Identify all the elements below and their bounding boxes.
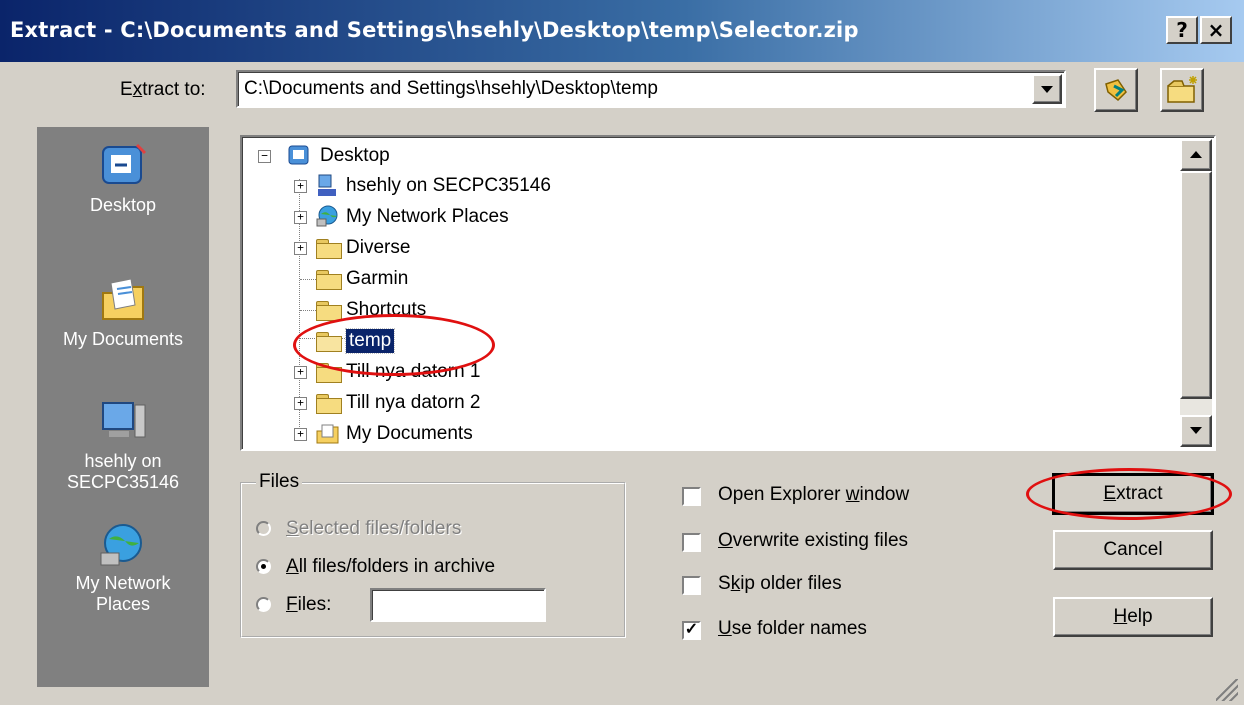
expand-icon[interactable]: + xyxy=(294,242,307,255)
overwrite-checkbox[interactable] xyxy=(682,533,701,552)
use-folder-names-label[interactable]: Use folder names xyxy=(718,618,867,640)
computer-icon xyxy=(95,397,151,447)
folder-icon xyxy=(316,270,342,290)
desktop-icon xyxy=(95,141,151,191)
radio-button[interactable] xyxy=(256,597,271,612)
radio-button xyxy=(256,521,271,536)
collapse-icon[interactable]: − xyxy=(258,150,271,163)
close-button[interactable]: × xyxy=(1200,16,1232,44)
open-explorer-checkbox[interactable] xyxy=(682,487,701,506)
expand-icon[interactable]: + xyxy=(294,366,307,379)
chevron-down-icon xyxy=(1190,427,1202,434)
network-icon xyxy=(316,205,340,227)
files-groupbox: Files Selected files/folders All files/f… xyxy=(240,471,626,638)
scroll-thumb[interactable] xyxy=(1180,171,1212,399)
expand-icon[interactable]: + xyxy=(294,180,307,193)
files-input[interactable] xyxy=(370,588,546,622)
folder-arrow-icon xyxy=(1105,79,1127,102)
chevron-up-icon xyxy=(1190,151,1202,158)
desktop-icon xyxy=(288,144,310,166)
folder-icon xyxy=(316,363,342,383)
skip-older-label[interactable]: Skip older files xyxy=(718,573,842,595)
folder-tree[interactable]: − Desktop + hsehly on SECPC35146 + My Ne… xyxy=(240,135,1216,451)
extract-path-combobox[interactable]: C:\Documents and Settings\hsehly\Desktop… xyxy=(236,70,1066,108)
skip-older-checkbox[interactable] xyxy=(682,576,701,595)
combo-dropdown-button[interactable] xyxy=(1032,74,1062,104)
create-folder-button[interactable] xyxy=(1160,68,1204,112)
window-title: Extract - C:\Documents and Settings\hseh… xyxy=(10,18,859,42)
use-folder-names-checkbox[interactable]: ✓ xyxy=(682,621,701,640)
my-documents-icon xyxy=(95,275,151,325)
place-my-network[interactable]: My Network Places xyxy=(37,519,209,615)
places-bar: Desktop My Documents hsehly on SECPC3514… xyxy=(37,127,209,687)
my-documents-icon xyxy=(316,423,340,445)
place-my-documents[interactable]: My Documents xyxy=(37,275,209,350)
open-explorer-label[interactable]: Open Explorer window xyxy=(718,484,909,506)
folder-open-icon xyxy=(316,332,342,352)
network-icon xyxy=(95,519,151,569)
radio-button[interactable] xyxy=(256,559,271,574)
new-folder-nav-button[interactable] xyxy=(1094,68,1138,112)
resize-grip[interactable] xyxy=(1216,679,1238,701)
folder-icon xyxy=(316,394,342,414)
extract-path-value: C:\Documents and Settings\hsehly\Desktop… xyxy=(244,78,658,99)
folder-icon xyxy=(316,239,342,259)
place-desktop[interactable]: Desktop xyxy=(37,141,209,216)
files-legend: Files xyxy=(256,471,303,493)
expand-icon[interactable]: + xyxy=(294,428,307,441)
scroll-up-button[interactable] xyxy=(1180,139,1212,171)
extract-button[interactable]: Extract xyxy=(1052,473,1214,515)
cancel-button[interactable]: Cancel xyxy=(1053,530,1213,570)
expand-icon[interactable]: + xyxy=(294,397,307,410)
help-title-button[interactable]: ? xyxy=(1166,16,1198,44)
help-button[interactable]: Help xyxy=(1053,597,1213,637)
new-folder-icon xyxy=(1167,76,1197,103)
computer-icon xyxy=(316,174,338,196)
extract-to-label: Extract to: xyxy=(120,79,206,100)
expand-icon[interactable]: + xyxy=(294,211,307,224)
scroll-down-button[interactable] xyxy=(1180,415,1212,447)
folder-icon xyxy=(316,301,342,321)
chevron-down-icon xyxy=(1041,86,1053,93)
place-my-computer[interactable]: hsehly on SECPC35146 xyxy=(37,397,209,493)
tree-scrollbar[interactable] xyxy=(1180,139,1212,447)
overwrite-label[interactable]: Overwrite existing files xyxy=(718,530,908,552)
checkmark-icon: ✓ xyxy=(684,621,699,638)
title-bar[interactable]: Extract - C:\Documents and Settings\hseh… xyxy=(0,0,1244,62)
